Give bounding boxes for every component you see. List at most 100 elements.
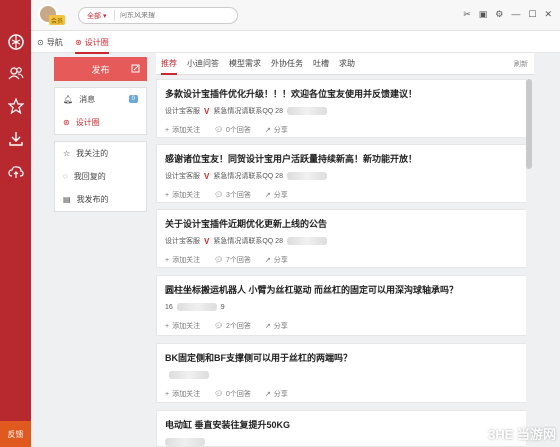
tab-recommended[interactable]: 推荐 [156, 53, 182, 75]
menu-item-published[interactable]: ▤ 我发布的 [55, 188, 146, 211]
answer-count: 0个回答 [225, 127, 251, 134]
share-button[interactable]: ↗ 分享 [265, 190, 288, 200]
refresh-button[interactable]: 刷新 [514, 59, 528, 69]
cloud-upload-icon[interactable] [6, 162, 25, 181]
question-actions: + 添加关注 💬︎ 3个回答 ↗ 分享 [165, 188, 519, 202]
question-card[interactable]: 关于设计宝插件近期优化更新上线的公告 设计宝客服 V 紧急情况请联系QQ 28 … [156, 209, 528, 268]
tab-help[interactable]: 求助 [334, 53, 360, 75]
tab-qa[interactable]: 小迪问答 [182, 53, 224, 75]
share-button[interactable]: ↗ 分享 [265, 125, 288, 135]
question-title[interactable]: 圆柱坐标搬运机器人 小臂为丝杠驱动 而丝杠的固定可以用深沟球轴承吗？ [165, 283, 519, 297]
answers-button[interactable]: 💬︎ 0个回答 [214, 389, 251, 399]
share-label: 分享 [273, 127, 288, 134]
question-title[interactable]: 关于设计宝插件近期优化更新上线的公告 [165, 217, 519, 231]
question-title[interactable]: BK固定侧和BF支撑侧可以用于丝杠的两端吗？ [165, 351, 519, 365]
minimize-icon[interactable]: — [511, 9, 520, 20]
answer-count: 7个回答 [225, 257, 251, 264]
vip-badge: 会员 [49, 15, 65, 25]
share-icon: ↗ [264, 257, 271, 264]
redacted-text [286, 172, 327, 180]
comment-icon: 💬︎ [214, 257, 223, 264]
menu-item-messages[interactable]: 🔔︎ 消息 0 [55, 88, 146, 111]
tab-design-circle[interactable]: ⊛ 设计圈 [75, 37, 109, 54]
comment-icon: ◌ [63, 172, 68, 181]
share-button[interactable]: ↗ 分享 [265, 389, 288, 399]
tab-model-requests[interactable]: 模型需求 [224, 53, 266, 75]
search-scope-select[interactable]: 全部 ▾ [79, 10, 115, 21]
share-label: 分享 [273, 257, 288, 264]
download-icon[interactable] [6, 129, 25, 148]
publish-button[interactable]: 发布 [54, 57, 147, 81]
answer-count: 2个回答 [225, 323, 251, 330]
question-card[interactable]: 圆柱坐标搬运机器人 小臂为丝杠驱动 而丝杠的固定可以用深沟球轴承吗？ 16 9 … [156, 275, 528, 336]
menu-item-following[interactable]: ☆ 我关注的 [55, 142, 146, 165]
answers-button[interactable]: 💬︎ 3个回答 [214, 190, 251, 200]
search-scope-label: 全部 [87, 12, 101, 20]
left-panel: 发布 🔔︎ 消息 0 ⊛ 设计圈 ☆ 我关注的 ◌ 我回复的 ▤ 我发布的 [54, 57, 147, 212]
follow-label: 添加关注 [172, 257, 201, 264]
author-name[interactable]: 设计宝客服 [165, 171, 200, 181]
scrollbar-thumb[interactable] [526, 79, 532, 169]
follow-label: 添加关注 [172, 323, 201, 330]
scissors-icon[interactable]: ✂ [463, 9, 471, 20]
question-meta: 设计宝客服 V 紧急情况请联系QQ 28 [165, 105, 519, 117]
author-note: 紧急情况请联系QQ 28 [213, 173, 283, 180]
answers-button[interactable]: 💬︎ 7个回答 [214, 255, 251, 265]
star-icon[interactable] [6, 96, 25, 115]
gear-icon[interactable]: ⚙ [495, 9, 503, 20]
close-icon[interactable]: ✕ [544, 9, 552, 20]
edit-icon [131, 64, 140, 75]
tab-navigation[interactable]: ⊙ 导航 [37, 37, 63, 48]
maximize-icon[interactable]: ☐ [528, 9, 536, 20]
question-card[interactable]: 电动缸 垂直安装往复提升50KG [156, 410, 528, 447]
chevron-down-icon: ▾ [103, 12, 107, 20]
question-card[interactable]: 多款设计宝插件优化升级！！！欢迎各位宝友使用并反馈建议！ 设计宝客服 V 紧急情… [156, 79, 528, 138]
search-input[interactable] [115, 12, 215, 19]
menu-item-design-circle[interactable]: ⊛ 设计圈 [55, 111, 146, 134]
question-title[interactable]: 多款设计宝插件优化升级！！！欢迎各位宝友使用并反馈建议！ [165, 87, 519, 101]
users-icon[interactable] [6, 63, 25, 82]
question-title[interactable]: 感谢诸位宝友！同贺设计宝用户活跃量持续新高！新功能开放！ [165, 152, 519, 166]
share-label: 分享 [273, 192, 288, 199]
logo-icon[interactable] [6, 32, 25, 51]
menu-item-label: 我发布的 [76, 195, 109, 204]
follow-button[interactable]: + 添加关注 [165, 321, 200, 331]
tab-outsourcing[interactable]: 外协任务 [266, 53, 308, 75]
author-note: 9 [220, 303, 225, 311]
share-button[interactable]: ↗ 分享 [265, 255, 288, 265]
question-meta: 16 9 [165, 301, 519, 313]
share-button[interactable]: ↗ 分享 [265, 321, 288, 331]
share-icon: ↗ [264, 127, 271, 134]
share-label: 分享 [273, 323, 288, 330]
follow-label: 添加关注 [172, 391, 201, 398]
tab-design-circle-label: 设计圈 [84, 38, 109, 47]
author-name[interactable]: 16 [165, 304, 173, 311]
tab-complaints[interactable]: 吐槽 [308, 53, 334, 75]
follow-button[interactable]: + 添加关注 [165, 389, 200, 399]
follow-label: 添加关注 [172, 192, 201, 199]
feedback-button[interactable]: 反馈 [0, 421, 31, 447]
menu-item-label: 我回复的 [73, 172, 106, 181]
follow-button[interactable]: + 添加关注 [165, 255, 200, 265]
comment-icon: 💬︎ [214, 391, 223, 398]
redacted-text [169, 371, 209, 379]
star-icon: ☆ [63, 149, 71, 158]
comment-icon: 💬︎ [214, 127, 223, 134]
feed-scrollbar[interactable] [526, 75, 532, 447]
answers-button[interactable]: 💬︎ 0个回答 [214, 125, 251, 135]
publish-label: 发布 [91, 64, 110, 75]
author-name[interactable]: 设计宝客服 [165, 106, 200, 116]
answers-button[interactable]: 💬︎ 2个回答 [214, 321, 251, 331]
left-rail: 反馈 [0, 0, 31, 447]
design-circle-icon: ⊛ [63, 118, 70, 127]
comment-icon: 💬︎ [214, 323, 223, 330]
follow-button[interactable]: + 添加关注 [165, 125, 200, 135]
menu-item-replied[interactable]: ◌ 我回复的 [55, 165, 146, 188]
question-card[interactable]: 感谢诸位宝友！同贺设计宝用户活跃量持续新高！新功能开放！ 设计宝客服 V 紧急情… [156, 144, 528, 203]
question-title[interactable]: 电动缸 垂直安装往复提升50KG [165, 418, 519, 432]
follow-button[interactable]: + 添加关注 [165, 190, 200, 200]
redacted-text [286, 107, 327, 115]
question-card[interactable]: BK固定侧和BF支撑侧可以用于丝杠的两端吗？ + 添加关注 💬︎ 0个回答 ↗ 分享 [156, 343, 528, 403]
author-name[interactable]: 设计宝客服 [165, 236, 200, 246]
shirt-icon[interactable]: ▣ [479, 9, 488, 20]
